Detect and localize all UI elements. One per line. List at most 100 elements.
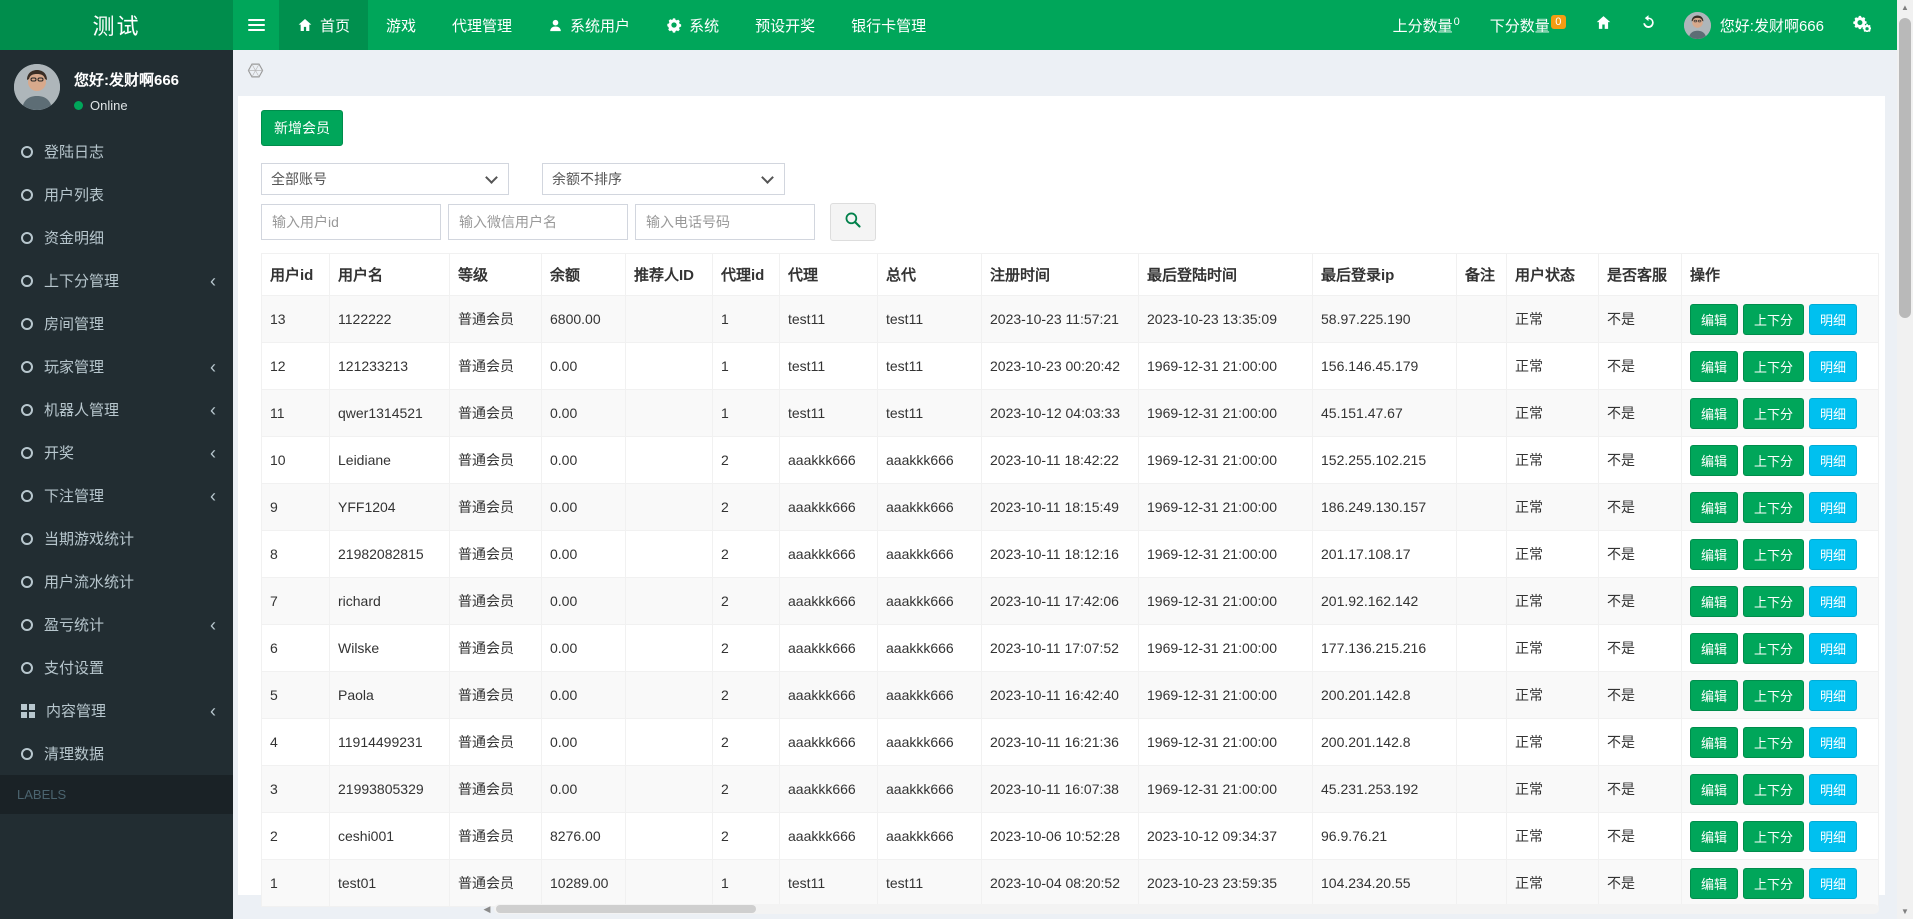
sidebar-item-4[interactable]: 房间管理	[0, 302, 233, 345]
column-header: 最后登录ip	[1312, 253, 1457, 296]
refresh-button[interactable]	[1626, 14, 1671, 36]
horizontal-scrollbar[interactable]: ◀	[480, 902, 1879, 916]
user-icon	[548, 18, 563, 33]
balance-sort-select[interactable]: 余额不排序	[542, 163, 785, 195]
online-status[interactable]: Online	[74, 98, 219, 113]
home-icon	[1595, 14, 1612, 36]
home-shortcut-button[interactable]	[1581, 14, 1626, 36]
detail-button[interactable]: 明细	[1809, 679, 1858, 711]
circle-icon	[21, 618, 33, 631]
row-actions: 编辑 上下分 明细	[1681, 859, 1879, 907]
edit-button[interactable]: 编辑	[1690, 726, 1739, 758]
column-header: 用户id	[261, 253, 330, 296]
table-row: 10 Leidiane 普通会员 0.00 2 aaakkk666 aaakkk…	[261, 436, 1879, 484]
scroll-up-arrow-icon[interactable]: ▲	[1897, 0, 1913, 15]
detail-button[interactable]: 明细	[1809, 726, 1858, 758]
updown-button[interactable]: 上下分	[1743, 303, 1805, 335]
account-type-select[interactable]: 全部账号	[261, 163, 509, 195]
updown-button[interactable]: 上下分	[1743, 350, 1805, 382]
sidebar-item-5[interactable]: 玩家管理 ‹	[0, 345, 233, 388]
nav-item-6[interactable]: 银行卡管理	[833, 0, 944, 50]
nav-item-5[interactable]: 预设开奖	[737, 0, 833, 50]
sidebar-item-13[interactable]: 内容管理 ‹	[0, 689, 233, 732]
edit-button[interactable]: 编辑	[1690, 773, 1739, 805]
detail-button[interactable]: 明细	[1809, 820, 1858, 852]
down-score-link[interactable]: 下分数量 0	[1475, 14, 1581, 36]
detail-button[interactable]: 明细	[1809, 350, 1858, 382]
userid-input[interactable]	[261, 204, 441, 240]
updown-button[interactable]: 上下分	[1743, 867, 1805, 899]
updown-button[interactable]: 上下分	[1743, 538, 1805, 570]
edit-button[interactable]: 编辑	[1690, 491, 1739, 523]
detail-button[interactable]: 明细	[1809, 397, 1858, 429]
nav-item-1[interactable]: 游戏	[368, 0, 434, 50]
row-actions: 编辑 上下分 明细	[1681, 624, 1879, 672]
sidebar-item-1[interactable]: 用户列表	[0, 173, 233, 216]
edit-button[interactable]: 编辑	[1690, 679, 1739, 711]
edit-button[interactable]: 编辑	[1690, 444, 1739, 476]
sidebar-item-12[interactable]: 支付设置	[0, 646, 233, 689]
nav-item-0[interactable]: 首页	[279, 0, 369, 50]
sidebar-item-2[interactable]: 资金明细	[0, 216, 233, 259]
sidebar-item-10[interactable]: 用户流水统计	[0, 560, 233, 603]
phone-input[interactable]	[635, 204, 815, 240]
edit-button[interactable]: 编辑	[1690, 303, 1739, 335]
account-select-wrap: 全部账号	[261, 163, 509, 195]
detail-button[interactable]: 明细	[1809, 632, 1858, 664]
detail-button[interactable]: 明细	[1809, 867, 1858, 899]
detail-button[interactable]: 明细	[1809, 491, 1858, 523]
nav-item-3[interactable]: 系统用户	[530, 0, 648, 50]
updown-button[interactable]: 上下分	[1743, 773, 1805, 805]
sidebar-item-6[interactable]: 机器人管理 ‹	[0, 388, 233, 431]
updown-button[interactable]: 上下分	[1743, 491, 1805, 523]
detail-button[interactable]: 明细	[1809, 444, 1858, 476]
search-button[interactable]	[830, 203, 876, 241]
settings-button[interactable]	[1837, 14, 1885, 37]
detail-button[interactable]: 明细	[1809, 538, 1858, 570]
detail-button[interactable]: 明细	[1809, 773, 1858, 805]
nav-item-4[interactable]: 系统	[648, 0, 737, 50]
edit-button[interactable]: 编辑	[1690, 867, 1739, 899]
up-score-link[interactable]: 上分数量0	[1378, 15, 1475, 36]
column-header: 操作	[1681, 253, 1879, 296]
column-header: 代理id	[712, 253, 780, 296]
edit-button[interactable]: 编辑	[1690, 397, 1739, 429]
edit-button[interactable]: 编辑	[1690, 350, 1739, 382]
sidebar-item-14[interactable]: 清理数据	[0, 732, 233, 775]
updown-button[interactable]: 上下分	[1743, 397, 1805, 429]
horizontal-scroll-thumb[interactable]	[496, 905, 756, 913]
edit-button[interactable]: 编辑	[1690, 585, 1739, 617]
horizontal-scroll-track[interactable]	[494, 904, 1879, 914]
updown-button[interactable]: 上下分	[1743, 444, 1805, 476]
detail-button[interactable]: 明细	[1809, 585, 1858, 617]
sidebar-item-3[interactable]: 上下分管理 ‹	[0, 259, 233, 302]
sidebar-item-11[interactable]: 盈亏统计 ‹	[0, 603, 233, 646]
nav-item-2[interactable]: 代理管理	[434, 0, 530, 50]
updown-button[interactable]: 上下分	[1743, 820, 1805, 852]
edit-button[interactable]: 编辑	[1690, 820, 1739, 852]
sidebar-item-label: 上下分管理	[44, 273, 120, 290]
edit-button[interactable]: 编辑	[1690, 632, 1739, 664]
sidebar-item-0[interactable]: 登陆日志	[0, 130, 233, 173]
sidebar-toggle-button[interactable]	[233, 0, 279, 50]
sidebar-item-7[interactable]: 开奖 ‹	[0, 431, 233, 474]
sidebar-item-9[interactable]: 当期游戏统计	[0, 517, 233, 560]
scroll-down-arrow-icon[interactable]: ▼	[1897, 904, 1913, 919]
updown-button[interactable]: 上下分	[1743, 679, 1805, 711]
wechat-name-input[interactable]	[448, 204, 628, 240]
updown-button[interactable]: 上下分	[1743, 585, 1805, 617]
app-logo[interactable]: 测试	[0, 0, 233, 50]
edit-button[interactable]: 编辑	[1690, 538, 1739, 570]
scroll-left-arrow-icon[interactable]: ◀	[480, 904, 494, 915]
updown-button[interactable]: 上下分	[1743, 632, 1805, 664]
sidebar-item-label: 用户流水统计	[44, 574, 135, 591]
chevron-left-icon: ‹	[210, 356, 216, 377]
sidebar-item-8[interactable]: 下注管理 ‹	[0, 474, 233, 517]
user-menu[interactable]: 您好:发财啊666	[1671, 11, 1837, 39]
detail-button[interactable]: 明细	[1809, 303, 1858, 335]
add-member-button[interactable]: 新增会员	[261, 110, 343, 146]
refresh-icon	[1640, 14, 1657, 36]
vertical-scroll-thumb[interactable]	[1899, 18, 1911, 318]
vertical-scrollbar[interactable]: ▲ ▼	[1897, 0, 1913, 919]
updown-button[interactable]: 上下分	[1743, 726, 1805, 758]
